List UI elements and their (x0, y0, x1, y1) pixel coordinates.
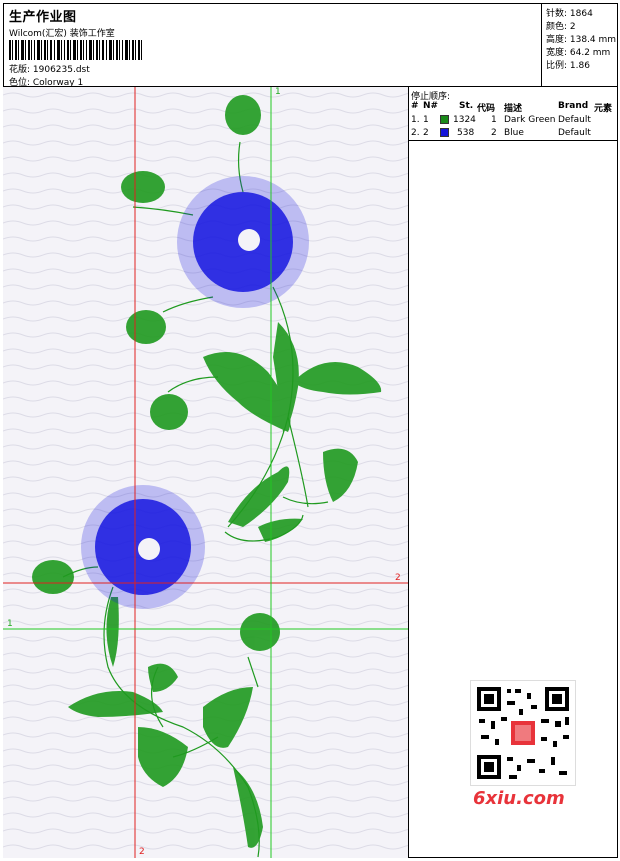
stop-sequence-header: # N# St. 代码 描述 Brand 元素 (409, 101, 618, 114)
col-code: 代码 (477, 104, 496, 114)
axis-label-green-left: 1 (7, 619, 13, 629)
col-brand: Brand (558, 101, 589, 111)
row-code: 2 (491, 128, 497, 138)
embroidery-design-area: 1 2 1 2 (3, 87, 409, 858)
company-name: Wilcom(汇宏) 装饰工作室 (9, 29, 115, 39)
watermark: 6xiu.com (473, 788, 565, 809)
axis-label-red-right: 2 (395, 573, 401, 583)
color-swatch (440, 128, 449, 137)
width-value: 宽度: 64.2 mm (546, 48, 611, 58)
embroidery-artwork (3, 87, 408, 858)
row-stitches: 538 (457, 128, 475, 138)
col-index: # (411, 101, 419, 111)
row-description: Dark Green (504, 115, 556, 125)
color-swatch (440, 115, 449, 124)
table-row: 1. 1 1324 1 Dark Green Default (409, 115, 618, 127)
axis-label-green-top: 1 (275, 87, 281, 97)
row-index: 2. (411, 128, 420, 138)
row-stitches: 1324 (453, 115, 476, 125)
design-file-label: 花版: 1906235.dst (9, 65, 90, 75)
col-description: 描述 (504, 104, 523, 114)
row-brand: Default (558, 115, 591, 125)
axis-label-red-bottom: 2 (139, 847, 145, 857)
page-title: 生产作业图 (9, 10, 77, 25)
divider (409, 140, 618, 141)
qr-code (470, 680, 576, 786)
row-code: 1 (491, 115, 497, 125)
stitch-count: 针数: 1864 (546, 9, 593, 19)
spec-box: 针数: 1864 颜色: 2 高度: 138.4 mm 宽度: 64.2 mm … (542, 3, 618, 87)
row-needle: 2 (423, 128, 429, 138)
col-needle: N# (423, 101, 439, 111)
col-element: 元素 (594, 104, 613, 114)
header-info: 生产作业图 Wilcom(汇宏) 装饰工作室 花版: 1906235.dst 色… (3, 3, 542, 88)
row-description: Blue (504, 128, 524, 138)
scale-value: 比例: 1.86 (546, 61, 590, 71)
col-stitches: St. (459, 101, 474, 111)
barcode (9, 40, 142, 60)
row-needle: 1 (423, 115, 429, 125)
height-value: 高度: 138.4 mm (546, 35, 617, 45)
table-row: 2. 2 538 2 Blue Default (409, 128, 618, 140)
row-index: 1. (411, 115, 420, 125)
row-brand: Default (558, 128, 591, 138)
color-count: 颜色: 2 (546, 22, 576, 32)
